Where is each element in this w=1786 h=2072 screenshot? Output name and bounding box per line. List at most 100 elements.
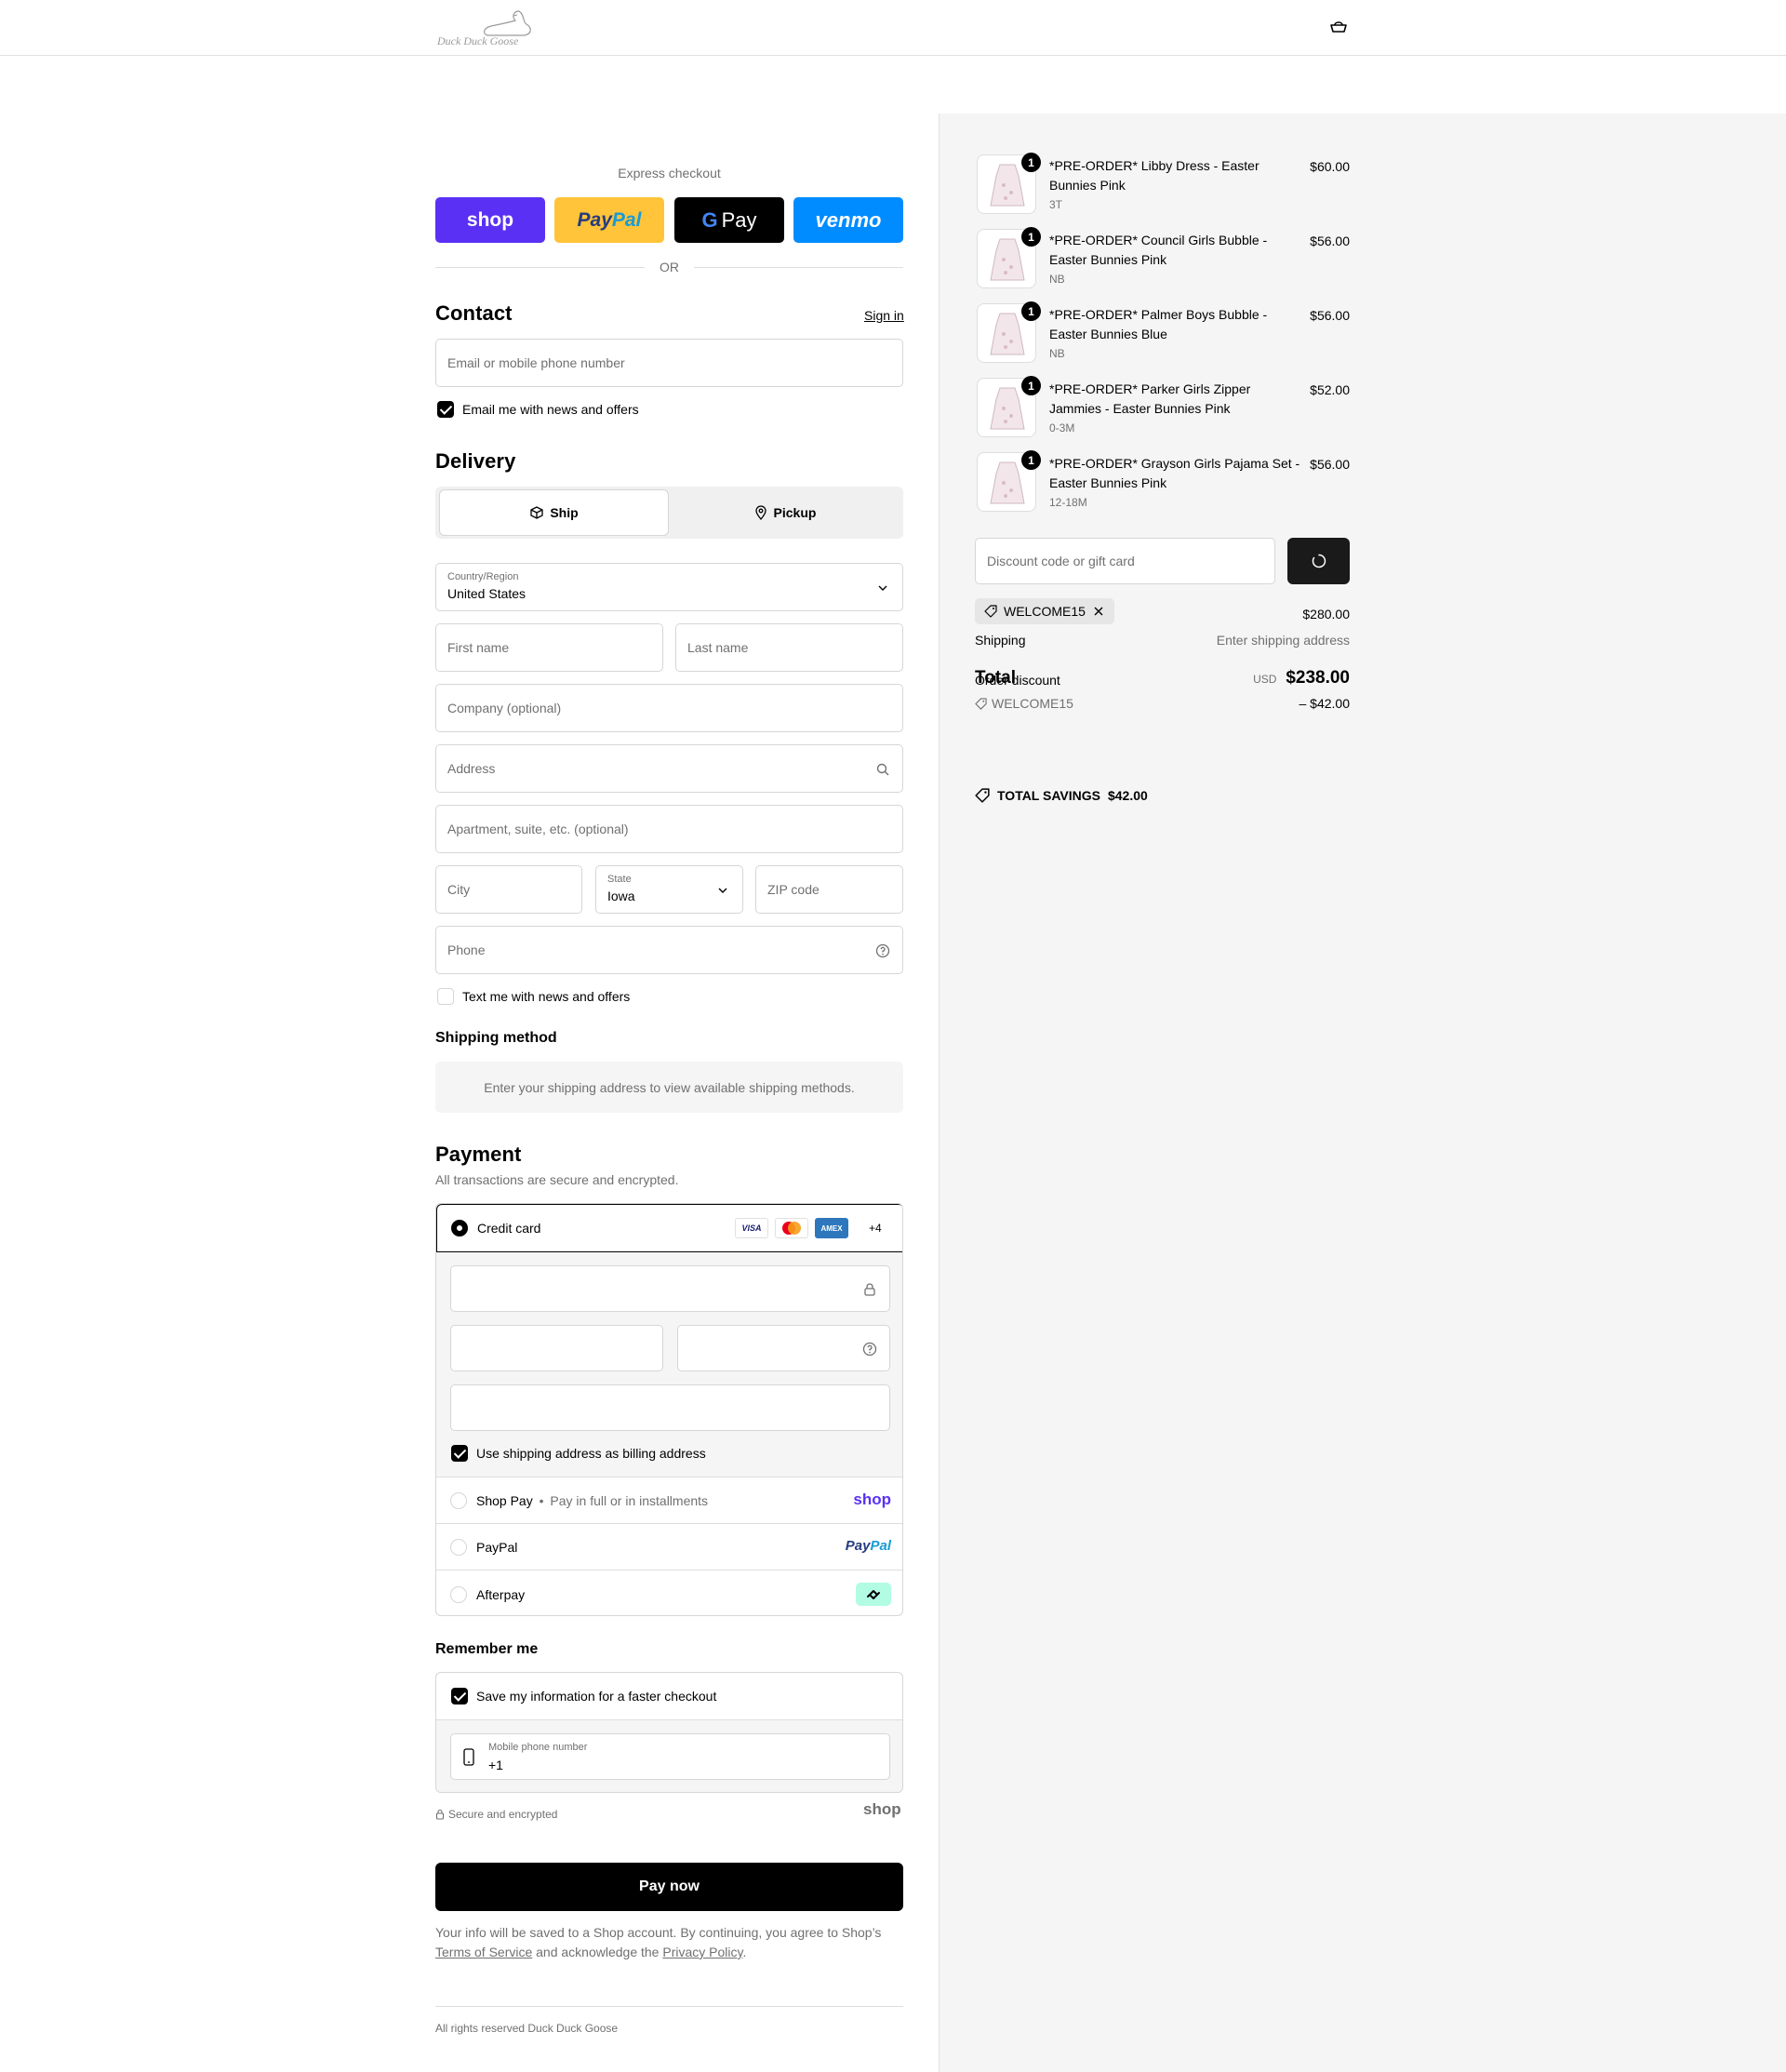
- name-on-card-field[interactable]: [450, 1384, 890, 1431]
- apartment-field[interactable]: Apartment, suite, etc. (optional): [435, 805, 903, 853]
- bag-icon[interactable]: [1328, 19, 1349, 35]
- shop-pay-radio[interactable]: [450, 1492, 467, 1509]
- bullet-separator: •: [539, 1493, 544, 1508]
- country-label: Country/Region: [447, 571, 519, 582]
- city-field[interactable]: City: [435, 865, 582, 914]
- total-savings-label: TOTAL SAVINGS: [997, 788, 1100, 803]
- country-select[interactable]: Country/Region United States: [435, 563, 903, 611]
- paypal-option[interactable]: PayPal PayPal: [436, 1523, 902, 1570]
- expiration-date-field[interactable]: [450, 1325, 663, 1371]
- paypal-logo: PayPal: [577, 208, 642, 231]
- company-field[interactable]: Company (optional): [435, 684, 903, 732]
- search-icon: [876, 763, 889, 776]
- email-news-checkbox[interactable]: [437, 401, 454, 418]
- shop-pay-logo: shop: [853, 1491, 891, 1508]
- tag-icon: [975, 788, 990, 803]
- discount-code-field[interactable]: Discount code or gift card: [975, 538, 1275, 584]
- mastercard-icon: [775, 1218, 808, 1238]
- sign-in-link[interactable]: Sign in: [864, 308, 904, 323]
- item-quantity-badge: 1: [1021, 450, 1041, 470]
- last-name-placeholder: Last name: [687, 640, 749, 655]
- item-variant: 0-3M: [1049, 421, 1075, 434]
- help-circle-icon[interactable]: [861, 1341, 878, 1357]
- card-number-field[interactable]: [450, 1265, 890, 1312]
- help-circle-icon[interactable]: [874, 942, 891, 959]
- pickup-tab[interactable]: Pickup: [670, 489, 900, 536]
- remember-me-box: Save my information for a faster checkou…: [435, 1672, 903, 1793]
- state-select[interactable]: State Iowa: [595, 865, 743, 914]
- pay-now-button[interactable]: Pay now: [435, 1863, 903, 1911]
- location-pin-icon: [754, 505, 766, 520]
- company-placeholder: Company (optional): [447, 701, 562, 715]
- delivery-heading: Delivery: [435, 449, 516, 473]
- apply-discount-button[interactable]: [1287, 538, 1350, 584]
- phone-field[interactable]: Phone: [435, 926, 903, 974]
- privacy-policy-link[interactable]: Privacy Policy: [662, 1945, 742, 1959]
- discount-code-line: WELCOME15: [975, 696, 1073, 711]
- credit-card-radio[interactable]: [451, 1220, 468, 1237]
- mobile-phone-field[interactable]: Mobile phone number +1: [450, 1733, 890, 1780]
- state-label: State: [607, 874, 632, 885]
- zip-field[interactable]: ZIP code: [755, 865, 903, 914]
- discount-code-placeholder: Discount code or gift card: [987, 554, 1135, 568]
- chevron-down-icon: [718, 888, 727, 893]
- tag-icon: [975, 697, 987, 710]
- footer-divider: [435, 2006, 903, 2007]
- or-separator: OR: [660, 260, 679, 274]
- mobile-phone-label: Mobile phone number: [488, 1742, 588, 1753]
- phone-placeholder: Phone: [447, 942, 486, 957]
- duck-logo-icon: Duck Duck Goose: [436, 10, 531, 47]
- paypal-express-button[interactable]: PayPal: [554, 197, 664, 243]
- total-savings: TOTAL SAVINGS $42.00: [975, 788, 1148, 803]
- billing-address-checkbox[interactable]: [451, 1445, 468, 1462]
- lock-icon: [435, 1809, 445, 1820]
- afterpay-option[interactable]: Afterpay: [436, 1570, 902, 1615]
- logo-wordmark: Duck Duck Goose: [436, 34, 519, 47]
- ship-tab[interactable]: Ship: [439, 489, 669, 536]
- last-name-field[interactable]: Last name: [675, 623, 903, 672]
- terms-of-service-link[interactable]: Terms of Service: [435, 1945, 532, 1959]
- total-label: Total: [975, 668, 1016, 688]
- paypal-radio[interactable]: [450, 1539, 467, 1556]
- credit-card-option[interactable]: Credit card VISA AMEX +4: [436, 1204, 902, 1252]
- tag-icon: [984, 605, 997, 618]
- visa-icon: VISA: [735, 1218, 768, 1238]
- remember-me-heading: Remember me: [435, 1641, 539, 1657]
- email-news-label: Email me with news and offers: [462, 402, 639, 417]
- ship-tab-label: Ship: [550, 505, 579, 520]
- item-price: $60.00: [1310, 159, 1350, 174]
- legal-text: Your info will be saved to a Shop accoun…: [435, 1923, 903, 1962]
- pay-now-label: Pay now: [639, 1878, 700, 1894]
- text-news-checkbox[interactable]: [437, 988, 454, 1005]
- venmo-logo: venmo: [815, 207, 882, 232]
- divider: [694, 267, 903, 268]
- store-logo[interactable]: Duck Duck Goose: [435, 6, 547, 48]
- security-code-field[interactable]: [677, 1325, 890, 1371]
- legal-prefix: Your info will be saved to a Shop accoun…: [435, 1925, 882, 1940]
- zip-placeholder: ZIP code: [767, 882, 820, 897]
- google-pay-express-button[interactable]: G Pay: [674, 197, 784, 243]
- item-variant: 12-18M: [1049, 496, 1087, 509]
- save-info-checkbox[interactable]: [451, 1688, 468, 1704]
- currency-code: USD: [1253, 673, 1277, 686]
- email-placeholder: Email or mobile phone number: [447, 355, 625, 370]
- contact-heading: Contact: [435, 301, 513, 325]
- item-price: $56.00: [1310, 457, 1350, 472]
- venmo-express-button[interactable]: venmo: [793, 197, 903, 243]
- email-field[interactable]: Email or mobile phone number: [435, 339, 903, 387]
- first-name-field[interactable]: First name: [435, 623, 663, 672]
- subtotal-value: $280.00: [1302, 607, 1350, 622]
- shop-pay-express-button[interactable]: shop: [435, 197, 545, 243]
- pickup-tab-label: Pickup: [773, 505, 817, 520]
- afterpay-radio[interactable]: [450, 1586, 467, 1603]
- close-icon[interactable]: [1092, 605, 1105, 618]
- save-info-label: Save my information for a faster checkou…: [476, 1689, 717, 1704]
- applied-discount-code: WELCOME15: [1004, 604, 1086, 619]
- mobile-panel: Mobile phone number +1: [436, 1719, 902, 1792]
- total-savings-value: $42.00: [1107, 788, 1148, 803]
- address-field[interactable]: Address: [435, 744, 903, 793]
- google-g-icon: G: [701, 207, 718, 232]
- shipping-label: Shipping: [975, 633, 1026, 648]
- shop-pay-option[interactable]: Shop Pay • Pay in full or in installment…: [436, 1477, 902, 1523]
- express-checkout-label: Express checkout: [618, 166, 721, 180]
